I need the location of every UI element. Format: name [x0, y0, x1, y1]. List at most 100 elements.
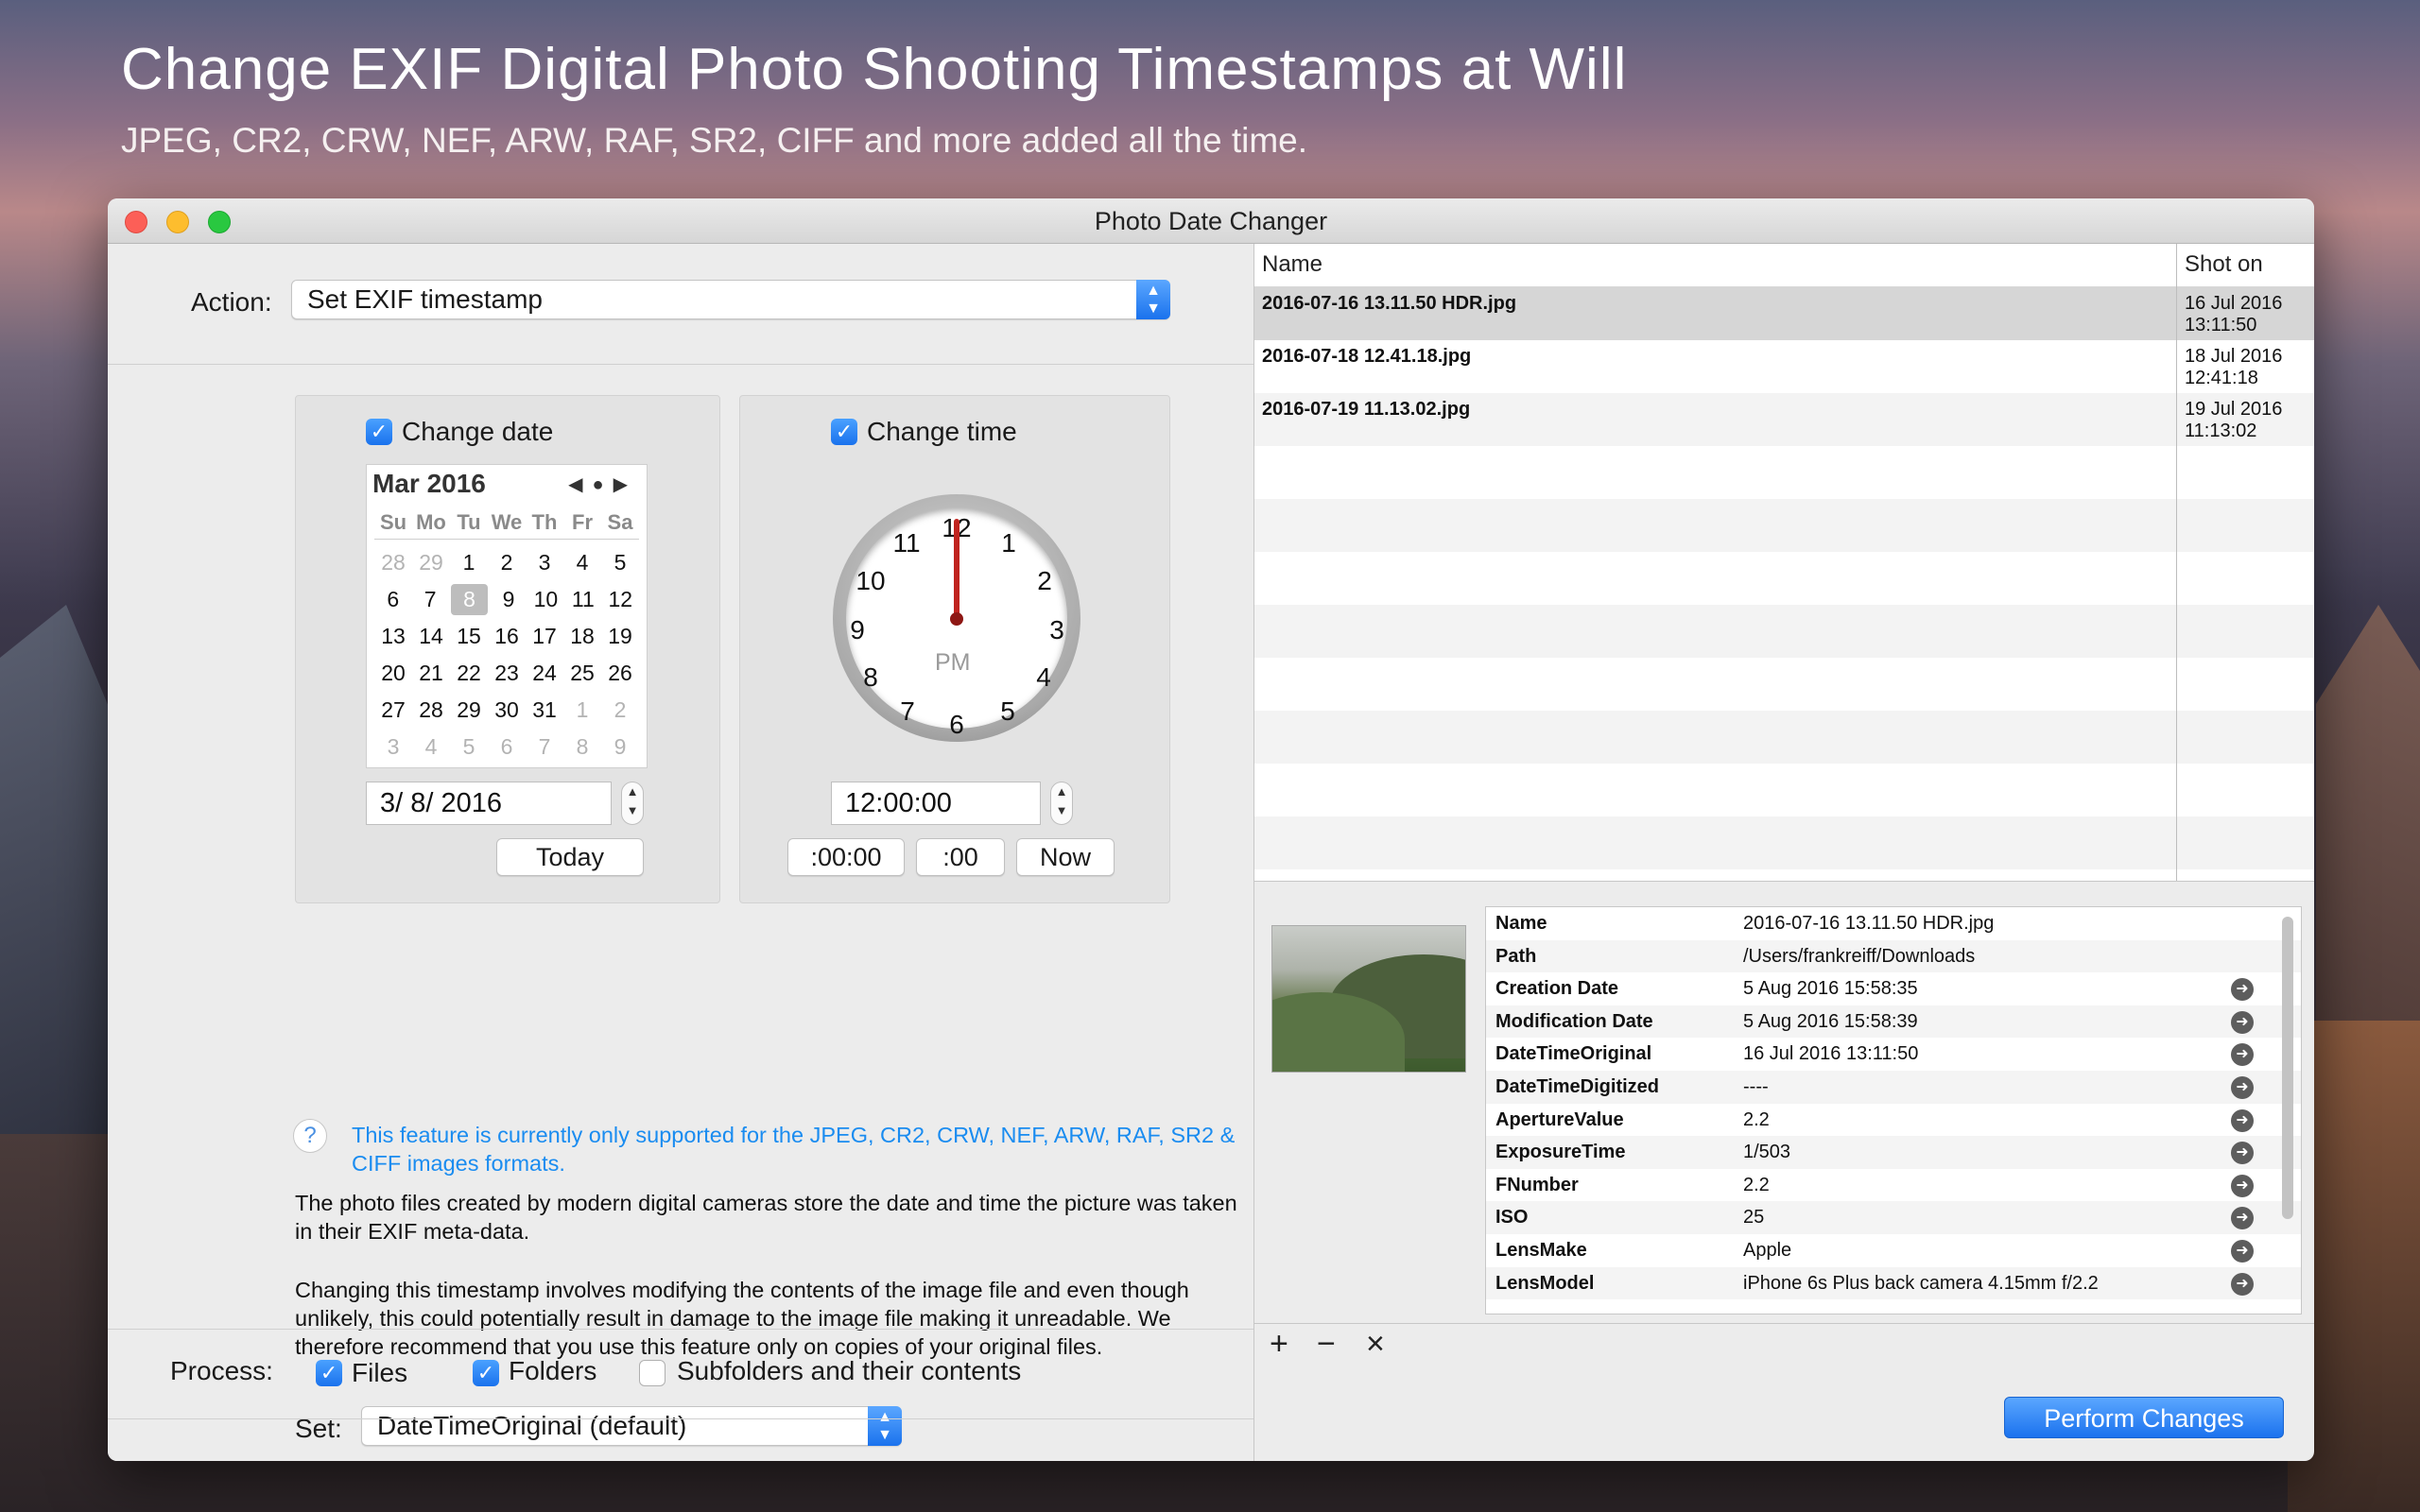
change-time-checkbox[interactable]: ✓ [831, 419, 857, 445]
time-stepper[interactable]: ▲ ▼ [1050, 782, 1073, 825]
calendar-day-selected[interactable]: 8 [450, 584, 489, 615]
calendar-day[interactable]: 30 [488, 692, 526, 729]
arrow-right-icon[interactable]: ➜ [2231, 1075, 2254, 1099]
calendar-day[interactable]: 19 [601, 618, 639, 655]
reset-minutes-button[interactable]: :00:00 [787, 838, 905, 876]
date-field[interactable]: 3/ 8/ 2016 [366, 782, 612, 825]
reset-seconds-button[interactable]: :00 [916, 838, 1005, 876]
calendar-day[interactable]: 1 [450, 544, 488, 581]
calendar-day[interactable]: 12 [602, 581, 639, 618]
calendar-day[interactable]: 14 [412, 618, 450, 655]
file-table[interactable]: Name Shot on 2016-07-16 13.11.50 HDR.jpg… [1254, 244, 2314, 881]
calendar-day[interactable]: 29 [412, 544, 450, 581]
table-row[interactable]: 2016-07-18 12.41.18.jpg 18 Jul 2016 12:41… [1254, 340, 2314, 393]
zoom-window-button[interactable] [208, 211, 231, 233]
change-date-checkbox[interactable]: ✓ [366, 419, 392, 445]
date-stepper[interactable]: ▲ ▼ [621, 782, 644, 825]
calendar-day[interactable]: 3 [526, 544, 563, 581]
arrow-right-icon[interactable]: ➜ [2231, 1272, 2254, 1296]
remove-file-button[interactable]: − [1317, 1326, 1336, 1363]
calendar-day[interactable]: 5 [601, 544, 639, 581]
property-key: DateTimeOriginal [1495, 1043, 1652, 1065]
arrow-right-icon[interactable]: ➜ [2231, 1207, 2254, 1230]
calendar-day[interactable]: 18 [563, 618, 601, 655]
empty-row [1254, 446, 2314, 499]
next-month-icon[interactable]: ▶ [614, 474, 637, 495]
close-window-button[interactable] [125, 211, 147, 233]
calendar-day[interactable]: 2 [488, 544, 526, 581]
calendar-day[interactable]: 10 [527, 581, 564, 618]
calendar-day[interactable]: 28 [412, 692, 450, 729]
table-row[interactable]: 2016-07-16 13.11.50 HDR.jpg 16 Jul 2016 1… [1254, 287, 2314, 340]
arrow-right-icon[interactable]: ➜ [2231, 1010, 2254, 1034]
calendar-day[interactable]: 9 [601, 729, 639, 765]
properties-scrollbar[interactable] [2282, 917, 2293, 1219]
empty-row [1254, 605, 2314, 658]
file-name: 2016-07-16 13.11.50 HDR.jpg [1262, 293, 1517, 314]
col-shot-header[interactable]: Shot on [2185, 251, 2263, 278]
arrow-right-icon[interactable]: ➜ [2231, 1142, 2254, 1165]
calendar-day[interactable]: 2 [601, 692, 639, 729]
perform-changes-button[interactable]: Perform Changes [2004, 1397, 2284, 1438]
analog-clock[interactable]: 12 1 2 3 4 5 6 7 8 9 10 11 PM [833, 494, 1080, 742]
calendar-day[interactable]: 13 [374, 618, 412, 655]
calendar-nav[interactable]: ◀●▶ [568, 472, 637, 496]
arrow-right-icon[interactable]: ➜ [2231, 978, 2254, 1002]
minimize-window-button[interactable] [166, 211, 189, 233]
calendar-day[interactable]: 27 [374, 692, 412, 729]
folders-checkbox[interactable]: ✓ [473, 1360, 499, 1386]
calendar-day[interactable]: 25 [563, 655, 601, 692]
subfolders-checkbox[interactable] [639, 1360, 666, 1386]
action-popup[interactable]: Set EXIF timestamp ▲ ▼ [291, 280, 1170, 319]
calendar-day[interactable]: 17 [526, 618, 563, 655]
property-row: LensModel iPhone 6s Plus back camera 4.15… [1486, 1266, 2301, 1300]
calendar-day[interactable]: 7 [526, 729, 563, 765]
table-row[interactable]: 2016-07-19 11.13.02.jpg 19 Jul 2016 11:13… [1254, 393, 2314, 446]
calendar-day[interactable]: 26 [601, 655, 639, 692]
calendar-day[interactable]: 22 [450, 655, 488, 692]
arrow-right-icon[interactable]: ➜ [2231, 1174, 2254, 1197]
time-field[interactable]: 12:00:00 [831, 782, 1041, 825]
now-button[interactable]: Now [1016, 838, 1115, 876]
calendar-day[interactable]: 6 [374, 581, 411, 618]
calendar[interactable]: Mar 2016 ◀●▶ Su Mo Tu We Th Fr Sa 28 29 … [366, 464, 648, 768]
prev-month-icon[interactable]: ◀ [568, 474, 592, 495]
calendar-day[interactable]: 31 [526, 692, 563, 729]
calendar-day[interactable]: 28 [374, 544, 412, 581]
col-name-header[interactable]: Name [1262, 251, 1322, 278]
calendar-day[interactable]: 5 [450, 729, 488, 765]
calendar-day[interactable]: 24 [526, 655, 563, 692]
calendar-day[interactable]: 7 [411, 581, 448, 618]
current-month-icon[interactable]: ● [593, 474, 614, 495]
calendar-day[interactable]: 11 [564, 581, 601, 618]
arrow-right-icon[interactable]: ➜ [2231, 1239, 2254, 1263]
calendar-day[interactable]: 9 [490, 581, 527, 618]
calendar-day[interactable]: 16 [488, 618, 526, 655]
calendar-day[interactable]: 6 [488, 729, 526, 765]
property-value: 1/503 [1743, 1142, 1791, 1163]
calendar-day[interactable]: 4 [412, 729, 450, 765]
today-button[interactable]: Today [496, 838, 644, 876]
properties-list[interactable]: Name 2016-07-16 13.11.50 HDR.jpg Path/Use… [1485, 906, 2302, 1314]
calendar-day[interactable]: 4 [563, 544, 601, 581]
help-icon[interactable]: ? [293, 1119, 327, 1153]
arrow-right-icon[interactable]: ➜ [2231, 1108, 2254, 1132]
shot-on: 19 Jul 2016 11:13:02 [2185, 399, 2282, 442]
calendar-day[interactable]: 20 [374, 655, 412, 692]
add-files-button[interactable]: + [1270, 1326, 1288, 1363]
clear-list-button[interactable]: × [1366, 1326, 1385, 1363]
files-checkbox[interactable]: ✓ [316, 1360, 342, 1386]
calendar-day[interactable]: 29 [450, 692, 488, 729]
property-row: Creation Date 5 Aug 2016 15:58:35 ➜ [1486, 972, 2301, 1005]
weekday: We [491, 510, 523, 534]
calendar-day[interactable]: 15 [450, 618, 488, 655]
calendar-day[interactable]: 21 [412, 655, 450, 692]
right-pane: Name Shot on 2016-07-16 13.11.50 HDR.jpg… [1253, 244, 2314, 1461]
arrow-right-icon[interactable]: ➜ [2231, 1043, 2254, 1067]
column-divider[interactable] [2176, 244, 2177, 881]
calendar-day[interactable]: 3 [374, 729, 412, 765]
calendar-weekdays: Su Mo Tu We Th Fr Sa [374, 510, 639, 540]
calendar-day[interactable]: 1 [563, 692, 601, 729]
calendar-day[interactable]: 23 [488, 655, 526, 692]
calendar-day[interactable]: 8 [563, 729, 601, 765]
